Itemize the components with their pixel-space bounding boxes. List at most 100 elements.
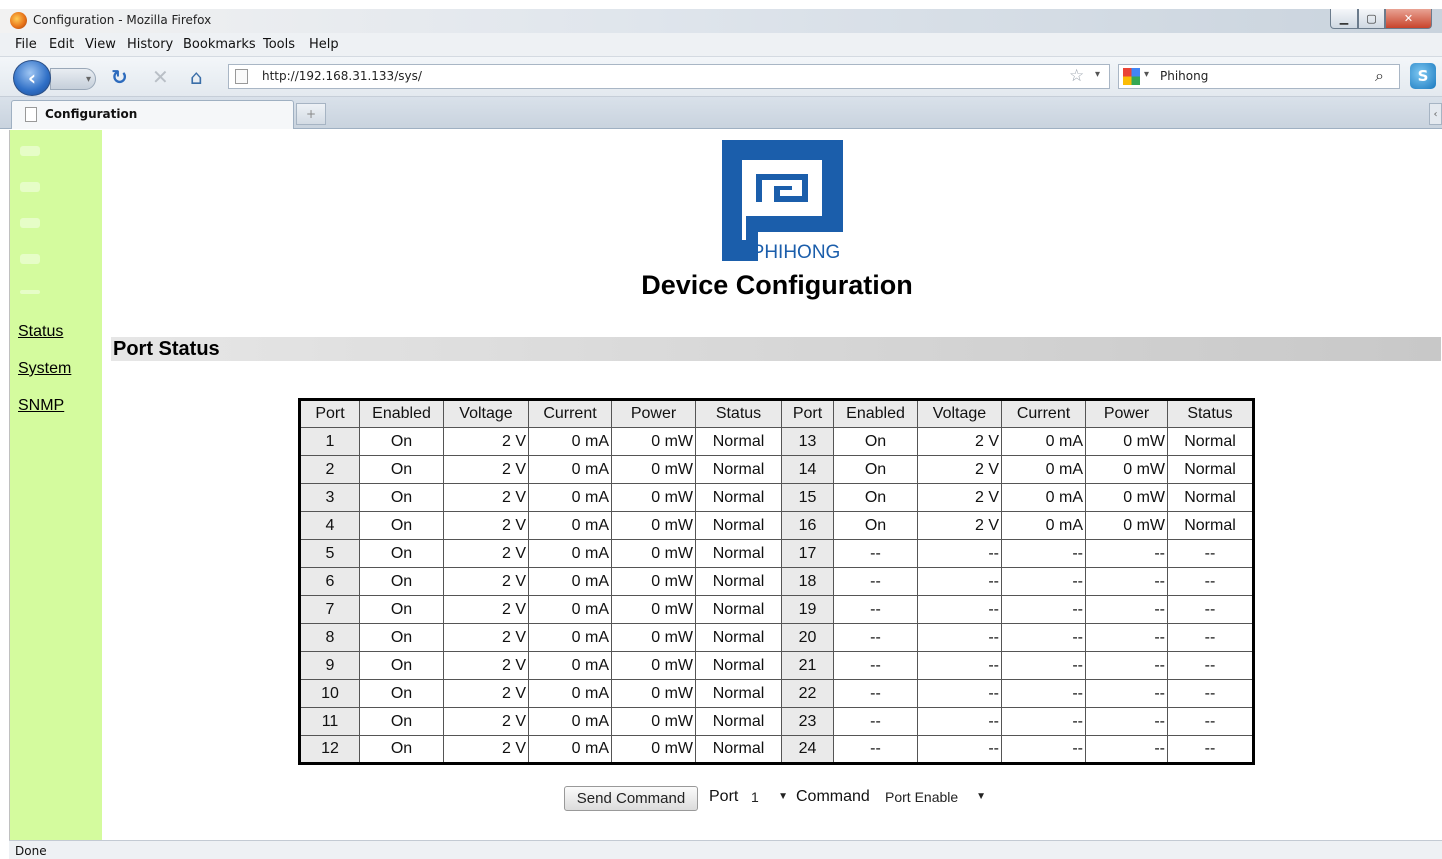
cell-voltage: -- <box>917 707 1002 736</box>
cell-port: 17 <box>781 539 834 568</box>
menu-history[interactable]: History <box>127 37 173 52</box>
search-input[interactable]: Phihong <box>1160 69 1208 83</box>
cell-voltage: 2 V <box>917 483 1002 512</box>
port-select-value: 1 <box>751 789 759 805</box>
history-dropdown-icon[interactable]: ▾ <box>1095 69 1100 80</box>
menu-file[interactable]: File <box>15 37 37 52</box>
cell-status: Normal <box>695 679 782 708</box>
menu-edit[interactable]: Edit <box>49 37 74 52</box>
cell-voltage: -- <box>917 539 1002 568</box>
cell-voltage: -- <box>917 679 1002 708</box>
cell-power: 0 mW <box>611 455 696 484</box>
sidebar-link-status[interactable]: Status <box>18 323 63 341</box>
cell-power: -- <box>1085 679 1168 708</box>
cell-status: Normal <box>695 539 782 568</box>
cell-port: 24 <box>781 735 834 764</box>
cell-enabled: On <box>833 511 918 540</box>
cell-power: -- <box>1085 735 1168 764</box>
section-header: Port Status <box>111 337 1441 361</box>
search-engine-dropdown-icon[interactable]: ▾ <box>1144 69 1149 80</box>
cell-enabled: -- <box>833 567 918 596</box>
cell-port: 18 <box>781 567 834 596</box>
tab-bar: Configuration + ‹ <box>0 97 1442 129</box>
col-header-voltage: Voltage <box>917 399 1002 428</box>
menu-view[interactable]: View <box>85 37 116 52</box>
port-label: Port <box>709 788 739 805</box>
menu-bookmarks[interactable]: Bookmarks <box>183 37 256 52</box>
table-row: 8 On 2 V0 mA 0 mW Normal 20 -- -- -- -- -- <box>299 623 1254 652</box>
menu-help[interactable]: Help <box>309 37 339 52</box>
cell-status: Normal <box>695 707 782 736</box>
cell-status: Normal <box>1167 455 1254 484</box>
table-row: 7 On 2 V0 mA 0 mW Normal 19 -- -- -- -- -- <box>299 595 1254 624</box>
send-command-button[interactable]: Send Command <box>564 786 698 811</box>
col-header-current: Current <box>528 399 612 428</box>
cell-power: 0 mW <box>611 567 696 596</box>
title-bar: Configuration - Mozilla Firefox ▁ ▢ ✕ <box>0 9 1442 33</box>
cell-power: 0 mW <box>1085 427 1168 456</box>
new-tab-button[interactable]: + <box>296 103 326 125</box>
address-bar[interactable]: http://192.168.31.133/sys/ ☆ ▾ <box>228 64 1110 89</box>
cell-enabled: -- <box>833 623 918 652</box>
cell-status: -- <box>1167 539 1254 568</box>
port-status-table: Port Enabled Voltage Current Power Statu… <box>298 398 1255 765</box>
cell-power: 0 mW <box>611 707 696 736</box>
cell-enabled: On <box>359 679 444 708</box>
maximize-button[interactable]: ▢ <box>1358 9 1385 29</box>
sidebar-link-system[interactable]: System <box>18 360 71 378</box>
cell-enabled: -- <box>833 651 918 680</box>
chevron-down-icon: ▼ <box>778 791 788 802</box>
cell-voltage: 2 V <box>443 651 529 680</box>
cell-status: -- <box>1167 679 1254 708</box>
cell-voltage: 2 V <box>917 427 1002 456</box>
menu-tools[interactable]: Tools <box>263 37 295 52</box>
cell-status: Normal <box>695 595 782 624</box>
cell-voltage: 2 V <box>443 483 529 512</box>
cell-voltage: 2 V <box>917 511 1002 540</box>
cell-current: 0 mA <box>528 735 612 764</box>
stop-icon[interactable]: ✕ <box>152 65 169 89</box>
status-bar: Done <box>9 840 1442 859</box>
back-button[interactable]: ‹ <box>13 60 51 96</box>
minimize-button[interactable]: ▁ <box>1330 9 1358 29</box>
table-row: 2 On 2 V0 mA 0 mW Normal 14 On 2 V0 mA 0 mW Norma… <box>299 455 1254 484</box>
cell-port: 7 <box>299 595 360 624</box>
google-icon[interactable] <box>1123 68 1140 85</box>
skype-addon-icon[interactable]: S <box>1410 63 1436 89</box>
cell-power: 0 mW <box>611 595 696 624</box>
bookmark-star-icon[interactable]: ☆ <box>1069 66 1084 86</box>
url-text[interactable]: http://192.168.31.133/sys/ <box>262 69 422 83</box>
port-select[interactable]: 1 ▼ <box>746 786 792 810</box>
tab-configuration[interactable]: Configuration <box>11 100 294 129</box>
cell-voltage: -- <box>917 595 1002 624</box>
browser-window: Configuration - Mozilla Firefox ▁ ▢ ✕ Fi… <box>0 0 1442 859</box>
col-header-status: Status <box>1167 399 1254 428</box>
reload-icon[interactable]: ↻ <box>111 65 128 89</box>
tab-list-button[interactable]: ‹ <box>1429 103 1442 125</box>
col-header-power: Power <box>1085 399 1168 428</box>
cell-status: Normal <box>695 623 782 652</box>
cell-current: 0 mA <box>528 455 612 484</box>
cell-status: -- <box>1167 651 1254 680</box>
cell-enabled: -- <box>833 539 918 568</box>
window-title: Configuration - Mozilla Firefox <box>33 13 212 27</box>
cell-enabled: -- <box>833 679 918 708</box>
sidebar-link-snmp[interactable]: SNMP <box>18 397 64 415</box>
close-button[interactable]: ✕ <box>1385 9 1432 29</box>
forward-button[interactable]: ▾ <box>50 68 96 90</box>
cell-current: -- <box>1001 623 1086 652</box>
cell-status: -- <box>1167 567 1254 596</box>
cell-voltage: 2 V <box>443 623 529 652</box>
table-header-row: Port Enabled Voltage Current Power Statu… <box>299 399 1254 428</box>
home-icon[interactable]: ⌂ <box>190 65 203 89</box>
search-icon[interactable]: ⌕ <box>1375 66 1384 86</box>
cell-status: Normal <box>1167 483 1254 512</box>
command-select[interactable]: Port Enable ▼ <box>880 786 990 810</box>
page-icon <box>235 69 248 84</box>
search-bar[interactable]: ▾ Phihong ⌕ <box>1118 64 1400 89</box>
col-header-port: Port <box>781 399 834 428</box>
cell-power: -- <box>1085 651 1168 680</box>
tab-label: Configuration <box>45 107 138 121</box>
page-title: Device Configuration <box>641 270 913 300</box>
sidebar-decoration <box>20 146 40 156</box>
